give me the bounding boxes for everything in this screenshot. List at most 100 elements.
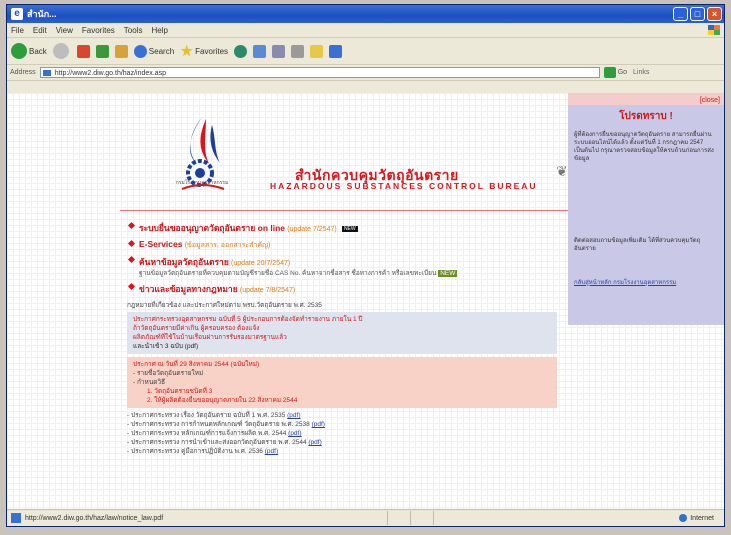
notice-line: - รายชื่อวัตถุอันตรายใหม่ (133, 370, 204, 377)
browser-window: e สำนัก... _ □ × File Edit View Favorite… (6, 4, 725, 527)
back-button[interactable]: Back (11, 43, 47, 59)
bullet-icon (127, 239, 136, 248)
page-icon (11, 513, 21, 523)
back-label: Back (29, 46, 47, 56)
print-button[interactable] (291, 44, 305, 58)
toolbar: Back Search Favorites (7, 38, 724, 65)
mail-button[interactable] (272, 44, 286, 58)
media-button[interactable] (234, 44, 248, 58)
media-icon (234, 44, 248, 58)
maximize-button[interactable]: □ (690, 7, 705, 21)
menu-view[interactable]: View (56, 26, 73, 35)
notice-sidebar: [close] โปรดทราบ ! ผู้ที่ต้องการยื่นขออน… (568, 93, 724, 325)
stop-button[interactable] (76, 44, 90, 58)
bullet-icon (127, 282, 136, 291)
doc-title: - ประกาศกระทรวง คู่มือการปฏิบัติงาน พ.ศ.… (127, 448, 263, 455)
window-title: สำนัก... (27, 9, 57, 19)
item-title[interactable]: ค้นหาข้อมูลวัตถุอันตราย (139, 257, 229, 267)
favorites-button[interactable]: Favorites (180, 44, 228, 58)
list-item[interactable]: ข่าวและข้อมูลทางกฎหมาย (update 7/8/2547) (127, 282, 557, 296)
announcement-line[interactable]: ประกาศกระทรวงอุตสาหกรรม ฉบับที่ 5 ผู้ประ… (133, 315, 551, 324)
page-title-english: HAZARDOUS SUBSTANCES CONTROL BUREAU (270, 181, 538, 191)
minimize-button[interactable]: _ (673, 7, 688, 21)
sidebar-heading: โปรดทราบ ! (619, 111, 673, 122)
announcement-line[interactable]: และนำเข้า 3 ฉบับ (pdf) (133, 342, 551, 351)
logo-caption: กรมโรงงานอุตสาหกรรม (175, 180, 229, 186)
list-item[interactable]: E-Services (ข้อมูลสาร, ออกสาระสำคัญ) (127, 239, 557, 251)
sidebar-close-link[interactable]: [close] (700, 97, 720, 104)
list-item: - ประกาศกระทรวง เรื่อง วัตถุอันตราย ฉบับ… (127, 411, 557, 420)
list-item: - ประกาศกระทรวง คู่มือการปฏิบัติงาน พ.ศ.… (127, 447, 557, 456)
search-label: Search (148, 46, 175, 56)
list-item[interactable]: ระบบยื่นขออนุญาตวัตถุอันตราย on line (up… (127, 221, 557, 235)
notice-heading: ประกาศ ณ วันที่ 29 สิงหาคม 2544 (ฉบับใหม… (133, 361, 260, 368)
notice-line[interactable]: 2. ให้ผู้ผลิตต้องยื่นขออนุญาตภายใน 22 สิ… (133, 396, 551, 405)
pdf-link[interactable]: (pdf) (288, 430, 301, 437)
announcement-line[interactable]: ผลิตภัณฑ์ที่ใช้ในบ้านเรือนผ่านการรับรองม… (133, 333, 551, 342)
doc-title: - ประกาศกระทรวง เรื่อง วัตถุอันตราย ฉบับ… (127, 412, 286, 419)
refresh-button[interactable] (95, 44, 109, 58)
back-arrow-icon (11, 43, 27, 59)
notice-line[interactable]: 1. วัตถุอันตรายชนิดที่ 3 (133, 387, 551, 396)
links-label[interactable]: Links (633, 69, 649, 76)
sidebar-text: ติดต่อสอบถามข้อมูลเพิ่มเติม ได้ที่ส่วนคว… (574, 238, 701, 252)
history-button[interactable] (253, 44, 267, 58)
mail-icon (272, 44, 286, 58)
pdf-link[interactable]: (pdf) (287, 412, 300, 419)
doc-title: - ประกาศกระทรวง การนำเข้าและส่งออกวัตถุอ… (127, 439, 307, 446)
item-tag: (update 7/8/2547) (239, 287, 296, 294)
search-button[interactable]: Search (133, 44, 175, 58)
bureau-logo-icon (181, 117, 225, 190)
item-description-text: ฐานข้อมูลวัตถุอันตรายที่ควบคุมตามบัญชีรา… (139, 270, 437, 277)
ie-icon: e (11, 8, 23, 20)
item-title[interactable]: E-Services (139, 239, 182, 249)
doc-title: - ประกาศกระทรวง หลักเกณฑ์การแจ้งการผลิต … (127, 430, 287, 437)
forward-arrow-icon (52, 43, 69, 59)
close-button[interactable]: × (707, 7, 722, 21)
list-item[interactable]: ค้นหาข้อมูลวัตถุอันตราย (update 20/7/254… (127, 255, 557, 278)
document-list: - ประกาศกระทรวง เรื่อง วัตถุอันตราย ฉบับ… (127, 411, 557, 456)
doc-title: - ประกาศกระทรวง การกำหนดหลักเกณฑ์ วัตถุอ… (127, 421, 310, 428)
status-segment (409, 511, 433, 525)
menu-tools[interactable]: Tools (124, 26, 143, 35)
address-input[interactable]: http://www2.diw.go.th/haz/index.asp (39, 67, 600, 78)
item-description: ฐานข้อมูลวัตถุอันตรายที่ควบคุมตามบัญชีรา… (139, 269, 557, 278)
sidebar-link[interactable]: กลับสู่หน้าหลัก กรมโรงงานอุตสาหกรรม (574, 279, 720, 287)
item-tag: (update 7/2547) (287, 226, 337, 233)
status-segment (432, 511, 456, 525)
menu-edit[interactable]: Edit (33, 26, 47, 35)
zone-label: Internet (690, 514, 714, 522)
announcement-box: ประกาศกระทรวงอุตสาหกรรม ฉบับที่ 5 ผู้ประ… (127, 312, 557, 354)
home-button[interactable] (114, 44, 128, 58)
main-items: ระบบยื่นขออนุญาตวัตถุอันตราย on line (up… (127, 221, 557, 456)
announcement-line[interactable]: ถ้าวัตถุอันตรายมีค่าเกิน ผู้ครอบครอง ต้อ… (133, 324, 551, 333)
menu-favorites[interactable]: Favorites (82, 26, 115, 35)
list-item: - ประกาศกระทรวง การกำหนดหลักเกณฑ์ วัตถุอ… (127, 420, 557, 429)
item-title[interactable]: ข่าวและข้อมูลทางกฎหมาย (139, 284, 238, 294)
messenger-icon (329, 44, 343, 58)
print-icon (291, 44, 305, 58)
go-button[interactable] (603, 67, 616, 78)
globe-icon (679, 514, 688, 522)
pdf-link[interactable]: (pdf) (308, 439, 321, 446)
forward-button[interactable] (52, 43, 71, 59)
security-zone: Internet (679, 514, 714, 522)
menu-file[interactable]: File (11, 26, 24, 35)
title-bar: e สำนัก... _ □ × (7, 5, 724, 23)
law-note: กฎหมายที่เกี่ยวข้อง และประกาศใหม่ตาม พรบ… (127, 302, 322, 309)
list-item: - ประกาศกระทรวง หลักเกณฑ์การแจ้งการผลิต … (127, 429, 557, 438)
pdf-link[interactable]: (pdf) (312, 421, 325, 428)
item-title[interactable]: ระบบยื่นขออนุญาตวัตถุอันตราย on line (139, 223, 285, 233)
status-segment (386, 511, 410, 525)
bullet-icon (127, 255, 136, 264)
messenger-button[interactable] (329, 44, 343, 58)
highlight-badge: NEW (438, 270, 458, 277)
bullet-icon (127, 221, 136, 230)
menu-help[interactable]: Help (151, 26, 167, 35)
menu-bar: File Edit View Favorites Tools Help (7, 23, 724, 38)
status-bar: http://www2.diw.go.th/haz/law/notice_law… (7, 509, 724, 526)
folder-button[interactable] (310, 44, 324, 58)
status-url: http://www2.diw.go.th/haz/law/notice_law… (25, 514, 164, 522)
home-icon (114, 44, 128, 58)
pdf-link[interactable]: (pdf) (265, 448, 278, 455)
